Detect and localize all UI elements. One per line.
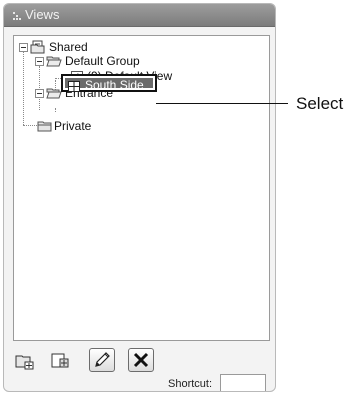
tree-item-private[interactable]: Private [54,119,91,133]
collapse-icon[interactable] [35,57,44,66]
callout-line [156,103,288,104]
tree-connector-line [23,125,37,126]
collapse-icon[interactable] [35,89,44,98]
grip-icon [13,12,21,20]
camera-view-icon [68,79,80,92]
folder-icon [37,120,53,132]
views-panel: Views Shared Default Group View Entrance… [3,3,276,392]
tree-item-south-side[interactable]: South Side [61,74,157,92]
shortcut-label: Shortcut: [168,378,213,390]
tree-connector-line [55,108,56,112]
selection-highlight: South Side [65,78,153,92]
shortcut-input[interactable] [220,374,266,391]
new-folder-button[interactable] [13,351,35,371]
open-folder-icon [46,55,62,67]
panel-title: Views [25,7,60,22]
collapse-icon[interactable] [19,43,28,52]
close-icon [133,352,149,368]
tree-item-shared[interactable]: Shared [49,40,88,54]
tree-connector-line [23,52,24,125]
new-view-button[interactable] [49,351,71,371]
panel-titlebar[interactable]: Views [4,4,275,27]
tree-item-default-group[interactable]: Default Group [65,54,140,68]
delete-button[interactable] [128,348,154,372]
callout-label: Select [296,94,344,113]
edit-button[interactable] [89,348,115,372]
tree-item-label: South Side [85,78,144,92]
open-folder-icon [46,87,62,99]
shared-folder-icon [30,40,46,54]
